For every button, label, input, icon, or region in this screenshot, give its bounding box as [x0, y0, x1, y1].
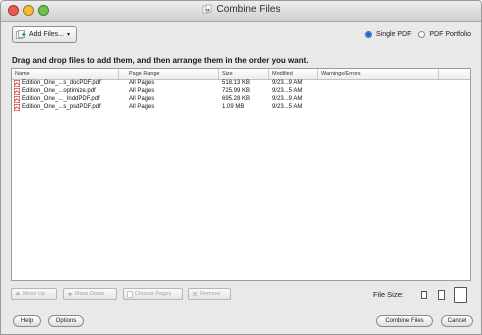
output-mode-group: Single PDF PDF Portfolio [364, 31, 471, 38]
title-bar: Combine Files [1, 1, 481, 22]
toolbar: Add Files... ▾ Single PDF PDF Portfolio [1, 22, 481, 50]
single-pdf-label: Single PDF [375, 31, 412, 38]
choose-pages-label: Choose Pages [135, 291, 172, 297]
move-up-label: Move Up [23, 291, 46, 297]
window-title-area: Combine Files [1, 4, 481, 18]
table-row[interactable]: Edition_One_...optimize.pdf All Pages 72… [12, 88, 470, 96]
file-size-medium-icon[interactable] [438, 290, 445, 300]
move-down-button[interactable]: Move Down [63, 288, 117, 300]
pdf-file-icon [14, 104, 20, 111]
combine-files-dialog: Combine Files Add Files... ▾ Single PDF … [0, 0, 482, 335]
table-row[interactable]: Edition_One_..._InddPDF.pdf All Pages 69… [12, 96, 470, 104]
column-header-page-range[interactable]: Page Range [129, 71, 160, 77]
chevron-down-icon: ▾ [67, 32, 71, 38]
page-range: All Pages [129, 80, 155, 86]
modified-date: 9/23...5 AM [272, 88, 303, 94]
combine-files-button[interactable]: Combine Files [376, 315, 433, 327]
file-size: 725.99 KB [222, 88, 251, 94]
column-header-size[interactable]: Size [222, 71, 233, 77]
file-size-small-icon[interactable] [421, 291, 427, 299]
file-list[interactable]: Name Page Range Size Modified Warnings/E… [11, 68, 471, 281]
list-controls: Move Up Move Down Choose Pages Remove Fi… [11, 285, 471, 305]
file-size-label: File Size: [373, 290, 404, 299]
add-files-icon [16, 30, 26, 39]
combine-files-icon [202, 4, 211, 14]
modified-date: 9/23...9 AM [272, 80, 303, 86]
options-button[interactable]: Options [48, 315, 84, 327]
table-row[interactable]: Edition_One_...s_docPDF.pdf All Pages 51… [12, 80, 470, 88]
column-header-warnings[interactable]: Warnings/Errors [321, 71, 361, 77]
file-name: Edition_One_...optimize.pdf [22, 88, 96, 94]
single-pdf-radio[interactable] [364, 31, 372, 38]
remove-button[interactable]: Remove [188, 288, 231, 300]
remove-icon [192, 291, 198, 297]
choose-pages-button[interactable]: Choose Pages [123, 288, 183, 300]
move-up-icon [15, 291, 21, 295]
move-down-icon [67, 293, 73, 297]
file-size: 518.13 KB [222, 80, 251, 86]
add-files-button[interactable]: Add Files... ▾ [12, 26, 77, 43]
file-name: Edition_One_...s_psdPDF.pdf [22, 104, 101, 110]
file-name: Edition_One_...s_docPDF.pdf [22, 80, 101, 86]
modified-date: 9/23...9 AM [272, 96, 303, 102]
instructions-text: Drag and drop files to add them, and the… [12, 56, 309, 65]
page-range: All Pages [129, 104, 155, 110]
remove-label: Remove [200, 291, 221, 297]
choose-pages-icon [127, 290, 133, 298]
pdf-portfolio-label: PDF Portfolio [429, 31, 471, 38]
page-range: All Pages [129, 96, 155, 102]
file-name: Edition_One_..._InddPDF.pdf [22, 96, 100, 102]
pdf-file-icon [14, 88, 20, 95]
file-list-header: Name Page Range Size Modified Warnings/E… [12, 69, 470, 80]
file-size-large-icon[interactable] [454, 287, 467, 303]
window-title: Combine Files [216, 4, 281, 15]
modified-date: 9/23...5 AM [272, 104, 303, 110]
move-up-button[interactable]: Move Up [11, 288, 57, 300]
file-size: 1.09 MB [222, 104, 245, 110]
help-button[interactable]: Help [13, 315, 41, 327]
column-header-name[interactable]: Name [15, 71, 30, 77]
pdf-file-icon [14, 80, 20, 87]
column-header-modified[interactable]: Modified [272, 71, 293, 77]
add-files-label: Add Files... [29, 31, 65, 38]
move-down-label: Move Down [75, 291, 105, 297]
pdf-file-icon [14, 96, 20, 103]
page-range: All Pages [129, 88, 155, 94]
cancel-button[interactable]: Cancel [441, 315, 473, 327]
table-row[interactable]: Edition_One_...s_psdPDF.pdf All Pages 1.… [12, 104, 470, 112]
file-size: 695.28 KB [222, 96, 251, 102]
pdf-portfolio-radio[interactable] [418, 31, 426, 38]
